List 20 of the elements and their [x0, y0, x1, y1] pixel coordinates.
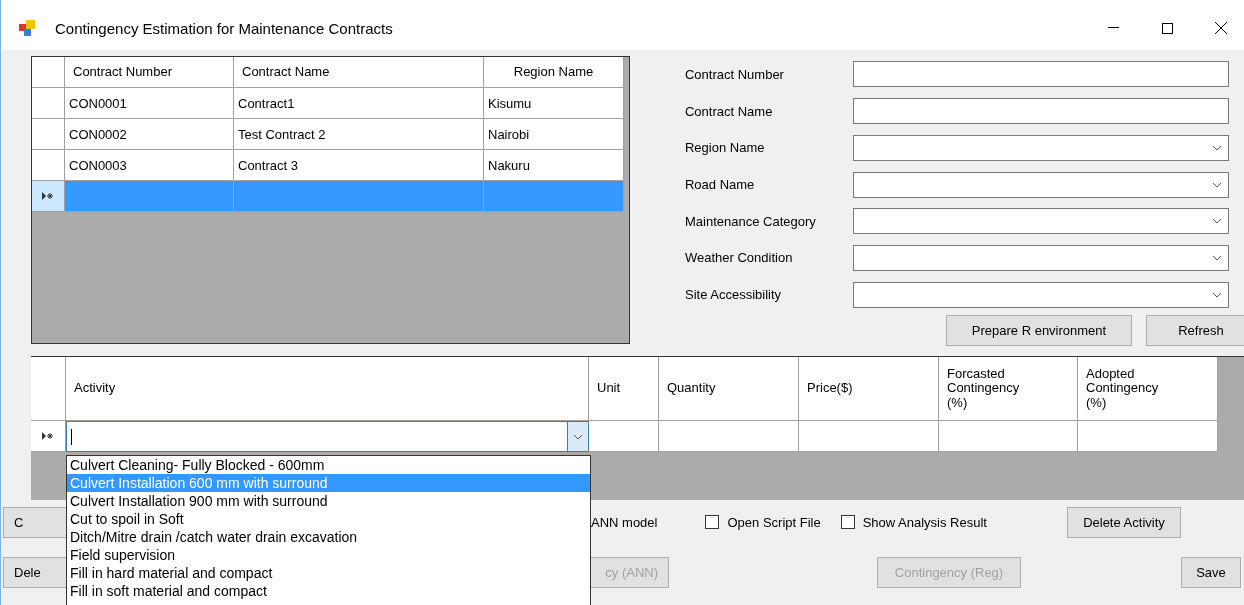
label: ANN model	[591, 514, 658, 530]
table-cell: CON0002	[65, 119, 234, 150]
field-label: Region Name	[684, 140, 766, 156]
field-label: Maintenance Category	[684, 213, 817, 229]
field-label: Contract Number	[684, 66, 785, 82]
table-cell: Nairobi	[484, 119, 624, 150]
field-label: Road Name	[684, 177, 756, 192]
table-cell: Contract1	[234, 88, 484, 119]
checkbox-label: Show Analysis Result	[862, 514, 987, 530]
table-cell: Nakuru	[484, 150, 624, 181]
table-cell: CON0001	[65, 88, 234, 119]
field-label: Weather Condition	[684, 250, 794, 266]
table-cell: CON0003	[65, 150, 234, 181]
checkbox-label: Open Script File	[727, 514, 821, 530]
table-cell: Test Contract 2	[234, 119, 484, 150]
table-cell: Contract 3	[234, 150, 484, 181]
table-cell: Kisumu	[484, 88, 624, 119]
field-label: Contract Name	[684, 103, 774, 119]
field-label: Site Accessibility	[684, 287, 783, 303]
window-title: Contingency Estimation for Maintenance Contracts	[55, 19, 394, 37]
